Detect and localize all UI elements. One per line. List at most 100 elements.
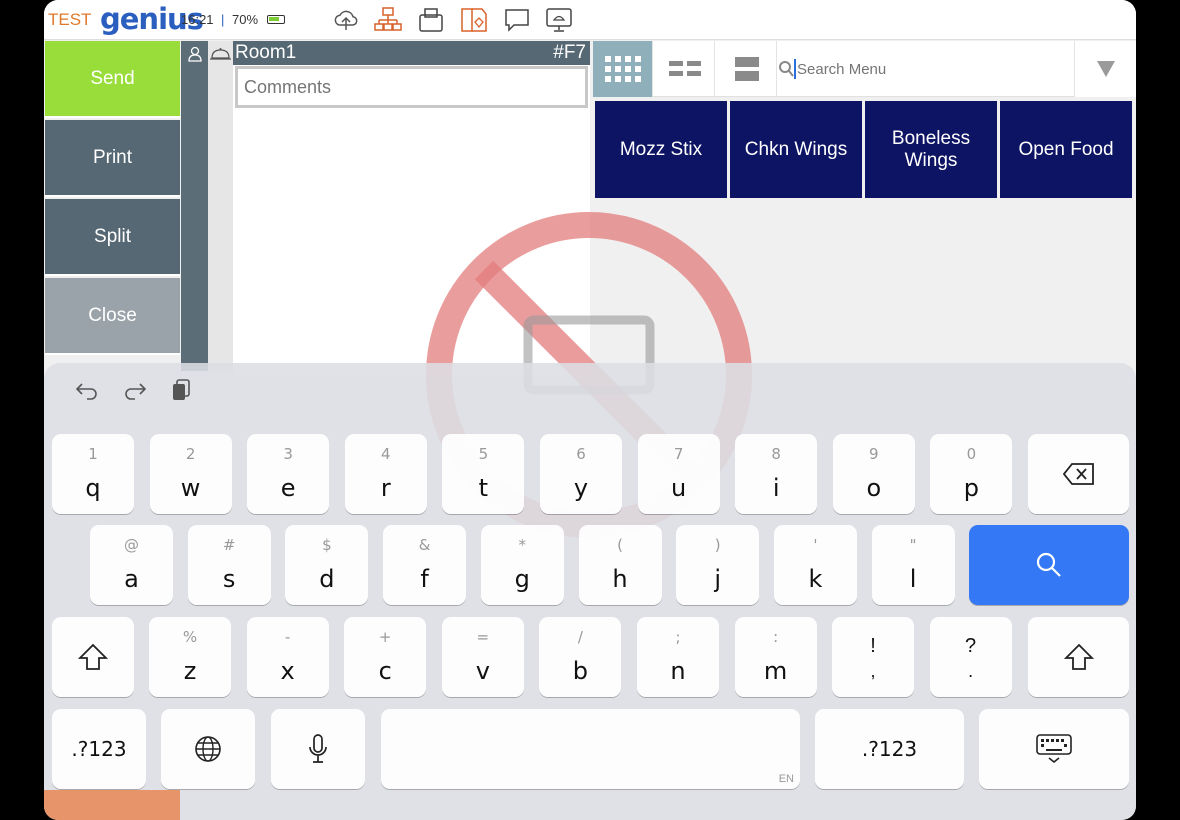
room-name: Room1 [235, 42, 297, 63]
key-label: d [319, 565, 335, 593]
key-b[interactable]: / b [539, 617, 622, 697]
printer-icon[interactable] [417, 6, 445, 34]
battery-icon [267, 15, 285, 24]
key-t[interactable]: 5t [442, 434, 525, 514]
key-o[interactable]: 9o [832, 434, 915, 514]
key-h[interactable]: (h [578, 525, 662, 605]
key-q[interactable]: 1q [52, 434, 134, 514]
key-punct2[interactable]: ?. [929, 617, 1012, 697]
key-alt-label: @ [124, 536, 139, 554]
key-label: z [183, 657, 197, 685]
key-z[interactable]: % z [149, 617, 231, 697]
key-u[interactable]: 7u [637, 434, 720, 514]
filter-dropdown-button[interactable] [1074, 41, 1136, 97]
key-w[interactable]: 2w [149, 434, 232, 514]
key-label: s [222, 565, 236, 593]
kitchen-display-icon[interactable] [545, 6, 573, 34]
key-i[interactable]: 8i [735, 434, 818, 514]
key-alt-label: 8 [771, 445, 781, 463]
key-alt-label: 9 [869, 445, 879, 463]
list-view-button[interactable] [717, 41, 777, 97]
search-input[interactable] [794, 59, 1054, 79]
key-y[interactable]: 6y [540, 434, 622, 514]
redo-icon[interactable] [122, 377, 148, 403]
seat-strip[interactable] [181, 41, 208, 371]
comments-field[interactable] [235, 66, 588, 108]
key-alt-label: # [222, 536, 236, 554]
search-box[interactable] [778, 41, 1074, 97]
key-label: .?123 [71, 737, 127, 761]
key-label: q [85, 474, 101, 502]
key-alt-label: ; [675, 628, 681, 646]
key-label: v [475, 657, 490, 685]
chat-icon[interactable] [503, 6, 531, 34]
key-g[interactable]: * g [480, 525, 564, 605]
key-alt-label: - [284, 628, 291, 646]
cloche-icon[interactable] [209, 47, 232, 61]
order-header: Room1 #F7 [233, 41, 590, 65]
dictation-key[interactable] [271, 709, 365, 789]
key-alt-label: 1 [88, 445, 98, 463]
numbers-key-right[interactable]: .?123 [815, 709, 964, 789]
grid-view-button[interactable] [593, 41, 653, 97]
print-button[interactable]: Print [45, 120, 180, 197]
key-a[interactable]: @ a [90, 525, 173, 605]
key-alt-label: / [577, 628, 583, 646]
key-e[interactable]: 3e [247, 434, 330, 514]
menu-item-chkn-wings[interactable]: Chkn Wings [730, 101, 862, 198]
key-label: ? [965, 635, 977, 657]
key-label: r [380, 474, 391, 502]
key-label: y [573, 474, 589, 502]
space-key[interactable]: EN [381, 709, 800, 789]
key-x[interactable]: -x [246, 617, 329, 697]
key-r[interactable]: 4r [344, 434, 427, 514]
key-c[interactable]: + c [344, 617, 427, 697]
order-number: #F7 [553, 42, 586, 63]
menu-toolbar [593, 41, 1136, 97]
battery-percent: 70% [232, 12, 259, 27]
kitchen-doc-icon[interactable] [460, 6, 488, 34]
search-icon [779, 61, 794, 77]
person-icon[interactable] [187, 46, 203, 62]
key-alt-label: & [418, 536, 431, 554]
key-alt-label: + [378, 628, 392, 646]
key-alt-label: 2 [185, 445, 196, 463]
key-alt-label: * [518, 536, 527, 554]
backspace-key[interactable] [1028, 434, 1129, 514]
close-button[interactable]: Close [45, 278, 180, 355]
hide-keyboard-key[interactable] [979, 709, 1129, 789]
key-l[interactable]: " l [871, 525, 955, 605]
key-label: e [280, 474, 296, 502]
globe-key[interactable] [161, 709, 255, 789]
key-d[interactable]: $ d [285, 525, 369, 605]
two-column-view-button[interactable] [655, 41, 715, 97]
menu-item-open-food[interactable]: Open Food [1000, 101, 1132, 198]
split-button[interactable]: Split [45, 199, 180, 276]
search-key[interactable] [969, 525, 1129, 605]
undo-icon[interactable] [74, 377, 100, 403]
cloud-upload-icon[interactable] [332, 6, 360, 34]
network-icon[interactable] [374, 6, 402, 34]
key-label: c [378, 657, 392, 685]
numbers-key-left[interactable]: .?123 [52, 709, 146, 789]
key-label: m [763, 657, 788, 685]
key-s[interactable]: # s [187, 525, 271, 605]
key-n[interactable]: ; n [637, 617, 719, 697]
menu-item-boneless-wings[interactable]: Boneless Wings [865, 101, 997, 198]
menu-item-mozz-stix[interactable]: Mozz Stix [595, 101, 727, 198]
key-m[interactable]: :m [734, 617, 817, 697]
paste-icon[interactable] [170, 377, 196, 403]
key-j[interactable]: ) j [676, 525, 760, 605]
key-f[interactable]: & f [383, 525, 467, 605]
key-punct1[interactable]: !, [832, 617, 914, 697]
key-v[interactable]: = v [441, 617, 524, 697]
send-button[interactable]: Send [45, 41, 180, 118]
shift-key-right[interactable] [1028, 617, 1129, 697]
keyboard-language: EN [778, 773, 794, 785]
shift-key-left[interactable] [52, 617, 134, 697]
course-strip[interactable] [208, 41, 233, 371]
key-p[interactable]: 0p [930, 434, 1013, 514]
env-label: TEST [48, 10, 92, 29]
shift-icon [1063, 643, 1094, 670]
key-k[interactable]: ' k [773, 525, 857, 605]
